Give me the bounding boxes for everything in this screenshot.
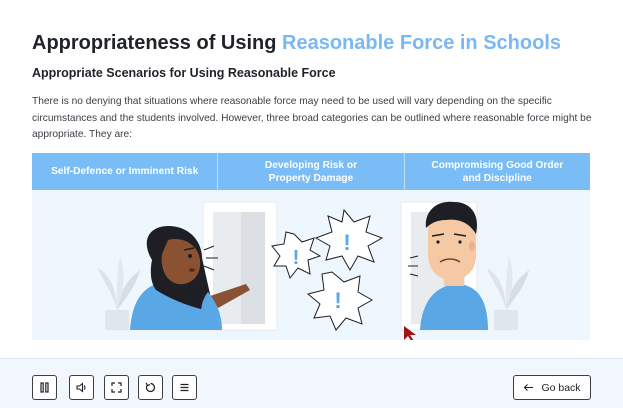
menu-icon bbox=[180, 383, 189, 392]
conflict-illustration: ! ! ! bbox=[98, 201, 529, 340]
menu-button[interactable] bbox=[172, 375, 197, 400]
exclamation-mark: ! bbox=[334, 288, 341, 313]
tab-label-line2: Property Damage bbox=[268, 172, 354, 184]
category-tabs: Self-Defence or Imminent Risk Developing… bbox=[32, 153, 590, 190]
replay-button[interactable] bbox=[138, 375, 163, 400]
illustration-scene: ! ! ! bbox=[32, 190, 590, 340]
tab-good-order[interactable]: Compromising Good Order and Discipline bbox=[405, 153, 590, 190]
page-title: Appropriateness of Using Reasonable Forc… bbox=[32, 32, 561, 55]
body-paragraph: There is no denying that situations wher… bbox=[32, 96, 592, 140]
exclamation-burst-3: ! bbox=[306, 271, 374, 331]
tab-self-defence[interactable]: Self-Defence or Imminent Risk bbox=[32, 153, 219, 190]
tab-developing-risk[interactable]: Developing Risk or Property Damage bbox=[218, 153, 405, 190]
speaker-icon bbox=[76, 382, 86, 393]
tab-label-line2: and Discipline bbox=[462, 172, 532, 184]
fullscreen-icon bbox=[111, 382, 122, 393]
tab-label-line1: Compromising Good Order bbox=[431, 159, 564, 171]
tab-label-line1: Developing Risk or bbox=[264, 159, 358, 171]
section-subtitle: Appropriate Scenarios for Using Reasonab… bbox=[32, 66, 336, 80]
exclamation-mark: ! bbox=[343, 230, 350, 255]
exclamation-burst-2: ! bbox=[314, 208, 384, 272]
pause-icon bbox=[40, 382, 49, 393]
slide-content: Appropriateness of Using Reasonable Forc… bbox=[0, 0, 623, 358]
title-plain: Appropriateness of Using bbox=[32, 32, 283, 54]
volume-button[interactable] bbox=[69, 375, 94, 400]
exclamation-mark: ! bbox=[293, 247, 300, 269]
pause-button[interactable] bbox=[32, 375, 57, 400]
replay-icon bbox=[145, 382, 156, 393]
tab-label-line1: Self-Defence or Imminent Risk bbox=[51, 166, 199, 177]
fullscreen-button[interactable] bbox=[104, 375, 129, 400]
exclamation-burst-1: ! bbox=[271, 231, 322, 280]
go-back-label: Go back bbox=[541, 381, 581, 394]
plant-right-icon bbox=[487, 256, 529, 330]
title-accent: Reasonable Force in Schools bbox=[282, 32, 561, 54]
go-back-button[interactable]: Go back bbox=[513, 375, 591, 400]
player-controls-bar: Go back bbox=[0, 358, 623, 408]
arrow-left-icon bbox=[524, 384, 534, 391]
